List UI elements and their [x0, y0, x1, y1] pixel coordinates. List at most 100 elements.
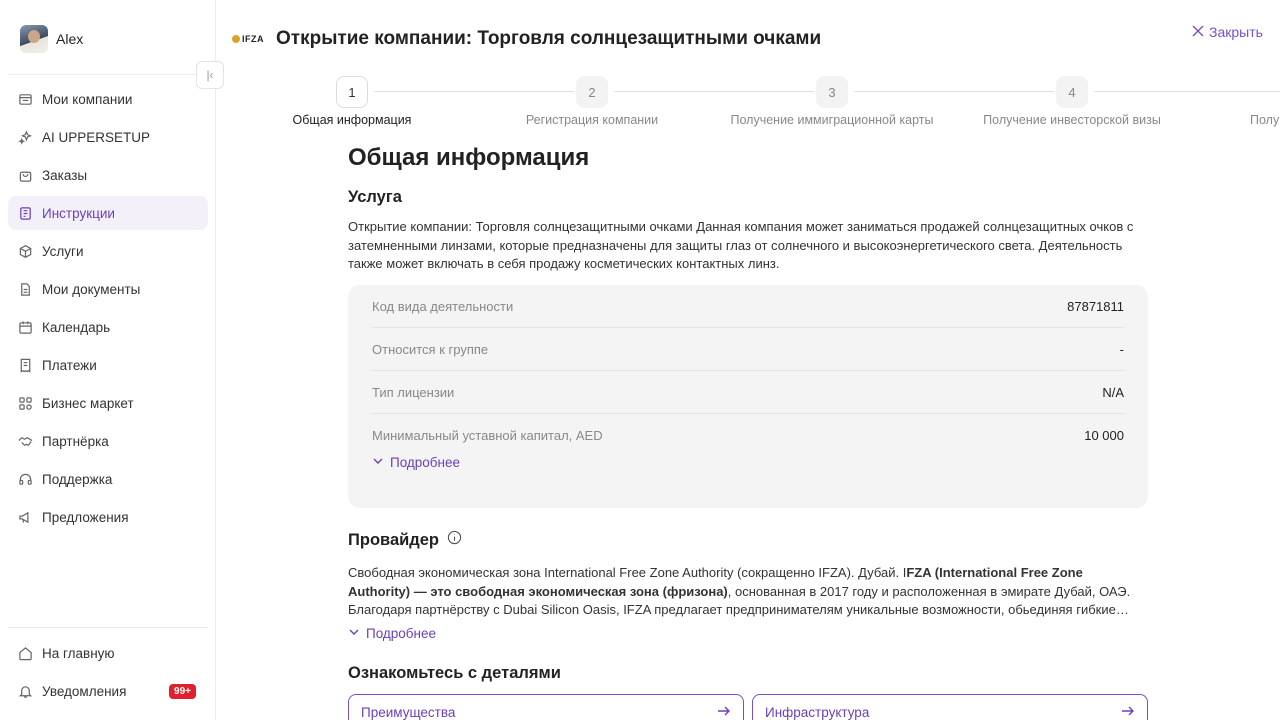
info-row: Код вида деятельности 87871811 [372, 285, 1124, 328]
sidebar-nav: Мои компании AI UPPERSETUP Заказы Инстру… [8, 82, 208, 538]
notifications-badge: 99+ [169, 683, 196, 699]
arrow-right-icon [717, 705, 731, 720]
sidebar-item-home[interactable]: На главную [8, 636, 208, 670]
sidebar-divider [8, 627, 208, 628]
detail-button-label: Инфраструктура [765, 704, 870, 720]
info-value: N/A [1102, 384, 1124, 400]
service-heading: Услуга [348, 188, 402, 206]
sidebar-item-label: Партнёрка [42, 433, 109, 449]
sidebar-item-notifications[interactable]: Уведомления 99+ [8, 674, 208, 708]
provider-heading-row: Провайдер [348, 530, 462, 550]
sidebar-item-my-companies[interactable]: Мои компании [8, 82, 208, 116]
info-label: Код вида деятельности [372, 298, 514, 314]
sidebar-divider [8, 74, 208, 75]
page-header: IFZA Открытие компании: Торговля солнцез… [232, 28, 821, 50]
home-icon [17, 645, 33, 661]
step-2-label: Регистрация компании [525, 113, 659, 127]
calendar-icon [17, 319, 33, 335]
advantages-button[interactable]: Преимущества [348, 694, 744, 720]
section-heading: Общая информация [348, 144, 590, 171]
handshake-icon [17, 433, 33, 449]
step-3-label: Получение иммиграционной карты [730, 113, 934, 127]
avatar [20, 25, 48, 53]
logo-text: IFZA [242, 34, 264, 44]
infrastructure-button[interactable]: Инфраструктура [752, 694, 1148, 720]
step-1-number[interactable]: 1 [336, 76, 368, 108]
detail-button-label: Преимущества [361, 704, 456, 720]
step-4-number[interactable]: 4 [1056, 76, 1088, 108]
sidebar-item-payments[interactable]: Платежи [8, 348, 208, 382]
sidebar-item-services[interactable]: Услуги [8, 234, 208, 268]
info-more-link[interactable]: Подробнее [372, 455, 1124, 470]
provider-logo: IFZA [232, 34, 264, 44]
sidebar-item-ai-uppersetup[interactable]: AI UPPERSETUP [8, 120, 208, 154]
info-label: Тип лицензии [372, 384, 455, 400]
sidebar-item-calendar[interactable]: Календарь [8, 310, 208, 344]
step-1-label: Общая информация [292, 113, 412, 127]
page-title: Открытие компании: Торговля солнцезащитн… [276, 28, 822, 49]
sidebar-item-label: Услуги [42, 243, 84, 259]
megaphone-icon [17, 509, 33, 525]
shopping-bag-icon [17, 167, 33, 183]
box-icon [17, 243, 33, 259]
book-icon [17, 205, 33, 221]
logo-mark-icon [232, 35, 240, 43]
sidebar-item-partners[interactable]: Партнёрка [8, 424, 208, 458]
sidebar-item-label: Поддержка [42, 471, 113, 487]
info-value: 87871811 [1067, 298, 1124, 314]
info-card: Код вида деятельности 87871811 Относится… [348, 285, 1148, 508]
sidebar-item-label: На главную [42, 645, 115, 661]
step-2-number[interactable]: 2 [576, 76, 608, 108]
building-icon [17, 91, 33, 107]
bell-icon [17, 683, 33, 699]
main-content: Общая информация Услуга Открытие компани… [348, 140, 1148, 720]
close-button[interactable]: Закрыть [1192, 24, 1263, 40]
sidebar-item-offers[interactable]: Предложения [8, 500, 208, 534]
sidebar-item-label: Календарь [42, 319, 111, 335]
step-connector [854, 91, 1054, 92]
sidebar-item-label: Платежи [42, 357, 97, 373]
sidebar-item-label: Предложения [42, 509, 129, 525]
document-icon [17, 281, 33, 297]
info-row: Тип лицензии N/A [372, 371, 1124, 414]
sidebar-item-label: AI UPPERSETUP [42, 129, 151, 145]
step-3-number[interactable]: 3 [816, 76, 848, 108]
sidebar-bottom-nav: На главную Уведомления 99+ [8, 636, 208, 712]
info-row: Относится к группе - [372, 328, 1124, 371]
info-value: - [1119, 341, 1124, 357]
sidebar-item-orders[interactable]: Заказы [8, 158, 208, 192]
sidebar-item-label: Уведомления [42, 683, 127, 699]
step-connector [614, 91, 814, 92]
more-label: Подробнее [390, 455, 461, 470]
details-heading: Ознакомьтесь с деталями [348, 664, 561, 682]
sidebar-item-my-documents[interactable]: Мои документы [8, 272, 208, 306]
user-name: Alex [56, 31, 84, 47]
provider-description: Свободная экономическая зона Internation… [348, 564, 1148, 620]
sidebar-item-label: Заказы [42, 167, 88, 183]
info-row: Минимальный уставной капитал, AED 10 000 [372, 414, 1124, 457]
sidebar-item-label: Инструкции [42, 205, 115, 221]
provider-text: Свободная экономическая зона Internation… [348, 565, 907, 580]
provider-heading: Провайдер [348, 530, 439, 549]
headset-icon [17, 471, 33, 487]
sidebar: Alex Мои компании AI UPPERSETUP Заказы И… [0, 0, 216, 720]
sidebar-item-business-market[interactable]: Бизнес маркет [8, 386, 208, 420]
sidebar-item-instructions[interactable]: Инструкции [8, 196, 208, 230]
sidebar-item-label: Мои компании [42, 91, 133, 107]
close-icon [1192, 24, 1204, 40]
step-connector [1094, 91, 1280, 92]
sidebar-item-label: Мои документы [42, 281, 141, 297]
close-label: Закрыть [1209, 24, 1263, 40]
user-profile[interactable]: Alex [20, 25, 83, 53]
step-4-label: Получение инвесторской визы [983, 113, 1161, 127]
more-label: Подробнее [366, 626, 437, 641]
info-label: Относится к группе [372, 341, 489, 357]
info-icon[interactable] [447, 530, 462, 550]
info-value: 10 000 [1084, 428, 1124, 443]
progress-stepper: 1 Общая информация 2 Регистрация компани… [232, 76, 1280, 132]
sidebar-item-support[interactable]: Поддержка [8, 462, 208, 496]
collapse-sidebar-button[interactable]: |‹ [196, 61, 224, 89]
receipt-icon [17, 357, 33, 373]
provider-more-link[interactable]: Подробнее [348, 626, 436, 641]
arrow-right-icon [1121, 705, 1135, 720]
